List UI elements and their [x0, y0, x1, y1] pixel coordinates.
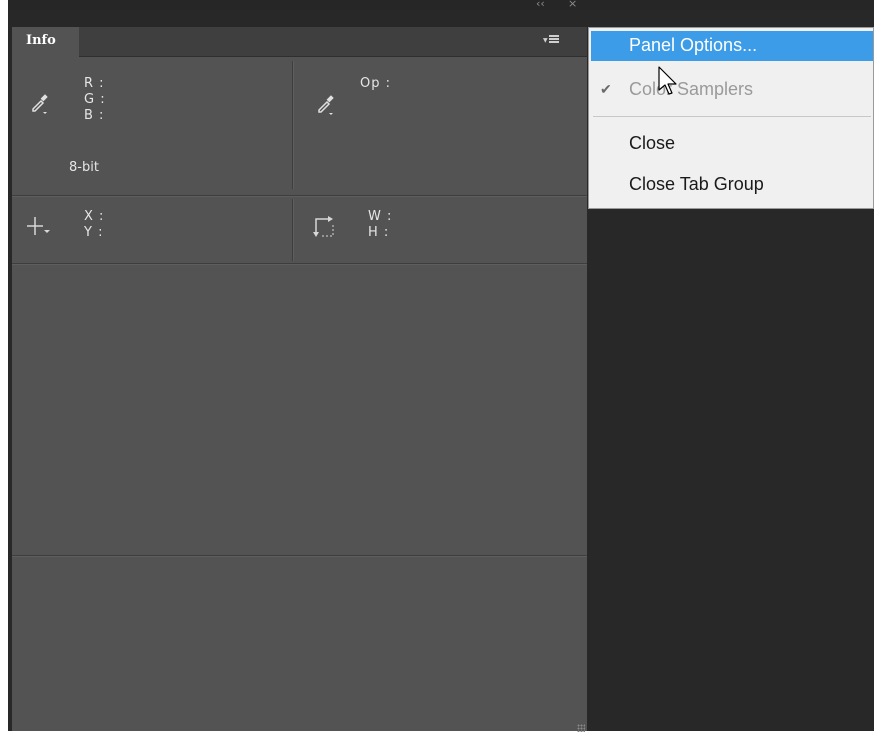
color-readout-section: R : G : B : 8-bit Op :: [12, 57, 587, 193]
menu-item-label: Color Samplers: [629, 79, 754, 99]
y-label: Y :: [84, 225, 104, 240]
dock-header-strip: ‹‹ ×: [8, 0, 874, 10]
section-divider: [12, 263, 587, 264]
opacity-label: Op :: [360, 76, 391, 91]
eyedropper-icon[interactable]: [30, 91, 50, 115]
panel-menu-arrow-icon: ▼: [543, 37, 548, 44]
menu-item-close[interactable]: Close: [591, 129, 873, 159]
selection-size-icon: [313, 216, 334, 237]
column-divider: [292, 199, 293, 261]
column-divider: [292, 61, 293, 189]
b-label: B :: [84, 108, 105, 123]
mouse-pointer-icon: [658, 66, 677, 95]
position-size-section: X : Y : W : H :: [12, 197, 587, 263]
close-dock-icon[interactable]: ×: [568, 0, 577, 10]
panel-flyout-menu: Panel Options... ✔ Color Samplers Close …: [588, 27, 874, 209]
x-label: X :: [84, 209, 105, 224]
menu-divider: [593, 116, 871, 117]
w-label: W :: [368, 209, 393, 224]
g-label: G :: [84, 92, 106, 107]
doc-info-area: [12, 265, 587, 555]
tab-info[interactable]: Info: [12, 27, 79, 57]
h-label: H :: [368, 225, 390, 240]
menu-item-label: Panel Options...: [629, 35, 758, 55]
bit-depth-label: 8-bit: [69, 160, 99, 175]
eyedropper-icon[interactable]: [316, 92, 336, 116]
section-divider: [12, 555, 587, 556]
collapse-dock-icon[interactable]: ‹‹: [536, 0, 545, 10]
panel-menu-icon: [549, 35, 559, 37]
panel-menu-button[interactable]: ▼: [543, 32, 565, 50]
panel-tab-bar: Info ▼: [12, 27, 587, 57]
tab-info-label: Info: [26, 33, 56, 48]
menu-item-color-samplers[interactable]: ✔ Color Samplers: [591, 75, 873, 105]
menu-item-panel-options[interactable]: Panel Options...: [591, 31, 873, 61]
menu-item-label: Close Tab Group: [629, 174, 764, 194]
r-label: R :: [84, 76, 105, 91]
checkmark-icon: ✔: [600, 81, 612, 97]
menu-item-label: Close: [629, 133, 676, 153]
crosshair-icon[interactable]: [26, 215, 52, 237]
status-info-area: [12, 557, 587, 731]
info-panel: Info ▼ R : G : B : 8-bit Op : X: Y: W …: [12, 27, 587, 732]
section-divider: [12, 195, 587, 196]
menu-item-close-tab-group[interactable]: Close Tab Group: [591, 170, 873, 200]
